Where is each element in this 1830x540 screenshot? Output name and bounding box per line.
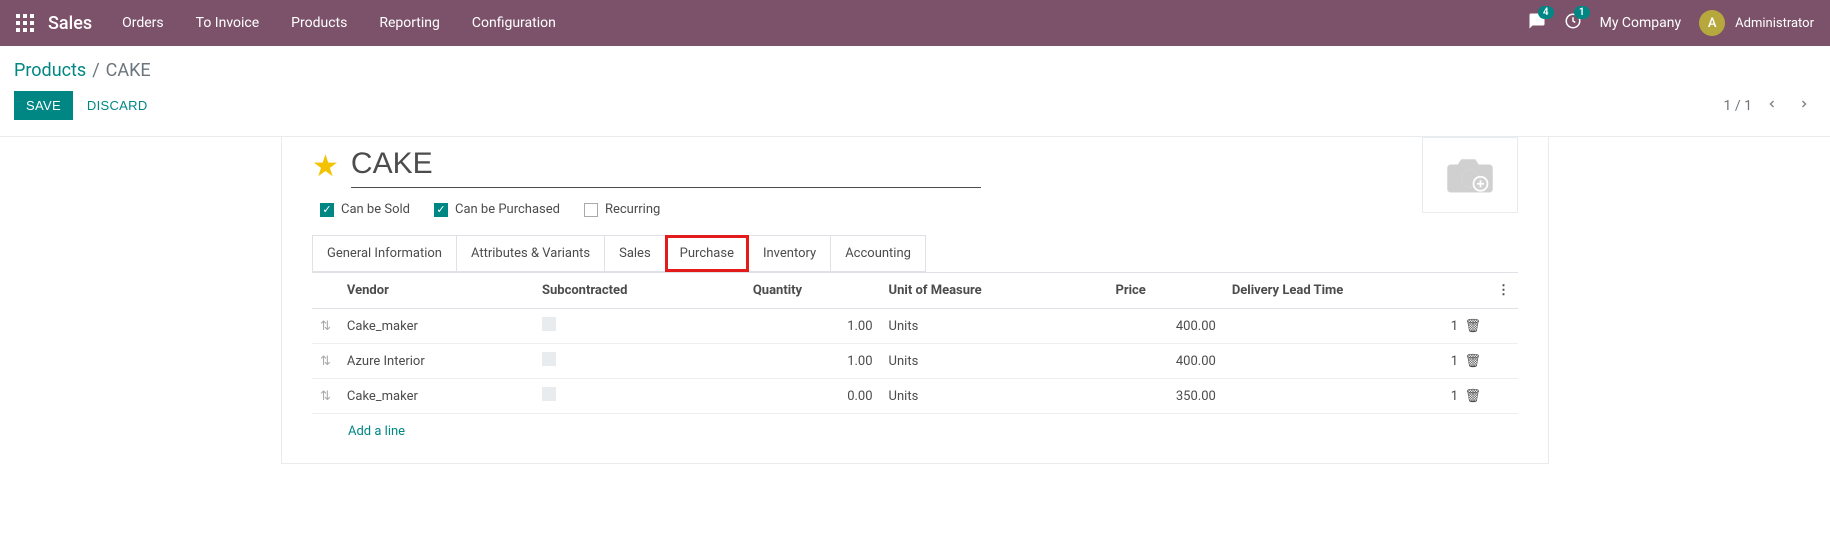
table-row[interactable]: ⇅ Azure Interior 1.00 Units 400.00 1 🗑 [312, 344, 1518, 379]
delete-row-icon[interactable]: 🗑 [1464, 319, 1481, 334]
pager-next[interactable] [1792, 98, 1816, 114]
form-sheet: ★ Can be Sold Can be Purchased Recurring… [281, 137, 1549, 464]
vendor-table: Vendor Subcontracted Quantity Unit of Me… [312, 273, 1518, 414]
activity-badge: 1 [1574, 6, 1590, 19]
subcontracted-checkbox[interactable] [542, 317, 556, 331]
tab-accounting[interactable]: Accounting [830, 235, 926, 272]
avatar: A [1699, 10, 1725, 36]
th-subcontracted[interactable]: Subcontracted [534, 273, 745, 309]
tab-purchase[interactable]: Purchase [665, 235, 749, 272]
drag-handle-icon[interactable]: ⇅ [320, 354, 331, 369]
favorite-star-icon[interactable]: ★ [312, 149, 339, 184]
nav-products[interactable]: Products [291, 15, 347, 31]
drag-handle-icon[interactable]: ⇅ [320, 319, 331, 334]
top-navbar: Sales Orders To Invoice Products Reporti… [0, 0, 1830, 46]
checkbox-icon [584, 203, 598, 217]
checkbox-icon [434, 203, 448, 217]
th-uom[interactable]: Unit of Measure [881, 273, 1108, 309]
nav-reporting[interactable]: Reporting [379, 15, 440, 31]
activity-icon[interactable]: 1 [1564, 12, 1582, 34]
th-lead[interactable]: Delivery Lead Time [1224, 273, 1489, 309]
breadcrumb: Products / CAKE [0, 46, 1830, 87]
checkbox-icon [320, 203, 334, 217]
tab-general-information[interactable]: General Information [312, 235, 457, 272]
user-name: Administrator [1735, 16, 1814, 31]
tab-sales[interactable]: Sales [604, 235, 666, 272]
tab-inventory[interactable]: Inventory [748, 235, 831, 272]
cell-uom[interactable]: Units [881, 379, 1108, 414]
th-quantity[interactable]: Quantity [745, 273, 881, 309]
cell-uom[interactable]: Units [881, 309, 1108, 344]
th-vendor[interactable]: Vendor [339, 273, 534, 309]
breadcrumb-parent[interactable]: Products [14, 60, 86, 81]
apps-icon[interactable] [16, 14, 34, 32]
tab-attributes-variants[interactable]: Attributes & Variants [456, 235, 605, 272]
cell-vendor[interactable]: Cake_maker [339, 379, 534, 414]
delete-row-icon[interactable]: 🗑 [1464, 389, 1481, 404]
recurring-checkbox[interactable]: Recurring [584, 202, 660, 217]
subcontracted-checkbox[interactable] [542, 352, 556, 366]
pager-text: 1 / 1 [1724, 98, 1752, 114]
cell-uom[interactable]: Units [881, 344, 1108, 379]
cell-price[interactable]: 400.00 [1107, 344, 1223, 379]
cell-qty[interactable]: 1.00 [745, 309, 881, 344]
breadcrumb-separator: / [92, 60, 99, 81]
messages-icon[interactable]: 4 [1528, 12, 1546, 34]
product-name-input[interactable] [351, 145, 981, 188]
breadcrumb-current: CAKE [106, 60, 151, 81]
subcontracted-checkbox[interactable] [542, 387, 556, 401]
pager-prev[interactable] [1760, 98, 1784, 114]
company-selector[interactable]: My Company [1600, 15, 1682, 31]
discard-button[interactable]: DISCARD [87, 98, 148, 113]
app-brand[interactable]: Sales [48, 13, 92, 34]
cell-lead[interactable]: 1 [1451, 319, 1458, 334]
cell-qty[interactable]: 0.00 [745, 379, 881, 414]
tab-bar: General Information Attributes & Variant… [312, 235, 1518, 273]
cell-qty[interactable]: 1.00 [745, 344, 881, 379]
action-toolbar: SAVE DISCARD 1 / 1 [0, 87, 1830, 137]
messages-badge: 4 [1538, 6, 1554, 19]
can-be-sold-label: Can be Sold [341, 202, 410, 217]
drag-handle-icon[interactable]: ⇅ [320, 389, 331, 404]
cell-lead[interactable]: 1 [1451, 354, 1458, 369]
nav-configuration[interactable]: Configuration [472, 15, 556, 31]
recurring-label: Recurring [605, 202, 660, 217]
nav-orders[interactable]: Orders [122, 15, 164, 31]
add-line-link[interactable]: Add a line [312, 414, 1518, 443]
cell-price[interactable]: 350.00 [1107, 379, 1223, 414]
can-be-purchased-checkbox[interactable]: Can be Purchased [434, 202, 560, 217]
cell-vendor[interactable]: Azure Interior [339, 344, 534, 379]
cell-vendor[interactable]: Cake_maker [339, 309, 534, 344]
cell-price[interactable]: 400.00 [1107, 309, 1223, 344]
nav-to-invoice[interactable]: To Invoice [196, 15, 260, 31]
delete-row-icon[interactable]: 🗑 [1464, 354, 1481, 369]
can-be-purchased-label: Can be Purchased [455, 202, 560, 217]
can-be-sold-checkbox[interactable]: Can be Sold [320, 202, 410, 217]
user-menu[interactable]: A Administrator [1699, 10, 1814, 36]
image-upload[interactable] [1422, 137, 1518, 213]
save-button[interactable]: SAVE [14, 91, 73, 120]
table-row[interactable]: ⇅ Cake_maker 0.00 Units 350.00 1 🗑 [312, 379, 1518, 414]
th-price[interactable]: Price [1107, 273, 1223, 309]
cell-lead[interactable]: 1 [1451, 389, 1458, 404]
column-options-icon[interactable]: ⋮ [1489, 273, 1518, 309]
table-row[interactable]: ⇅ Cake_maker 1.00 Units 400.00 1 🗑 [312, 309, 1518, 344]
